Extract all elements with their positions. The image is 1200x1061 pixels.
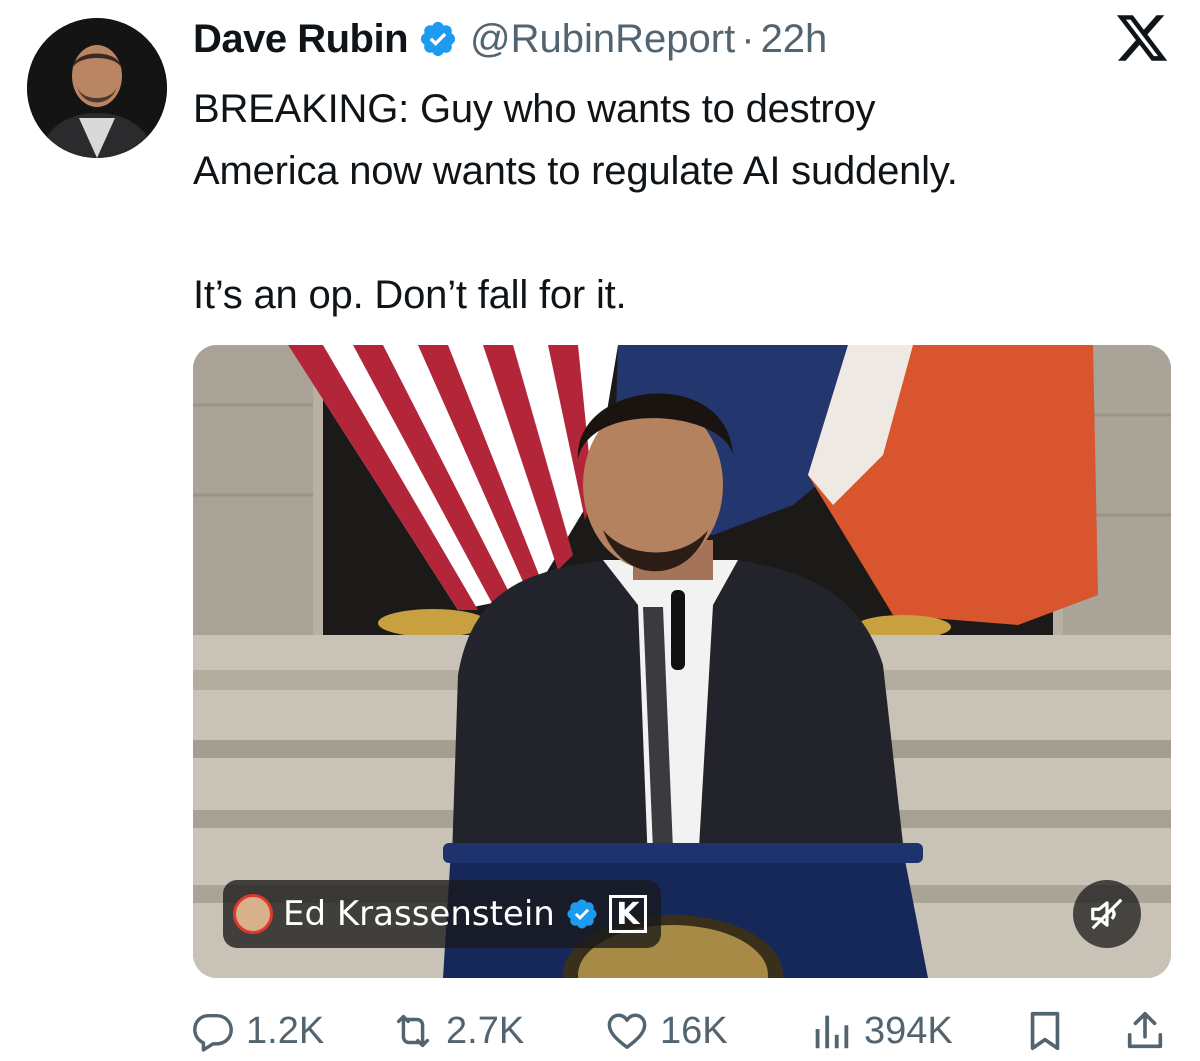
share-icon xyxy=(1127,1011,1163,1049)
like-count: 16K xyxy=(660,1009,728,1052)
share-button[interactable] xyxy=(1122,1002,1168,1060)
tweet-timestamp[interactable]: 22h xyxy=(761,17,828,62)
reply-button[interactable]: 1.2K xyxy=(190,1002,324,1060)
tweet-video[interactable]: Ed Krassenstein K xyxy=(193,345,1171,978)
tweet-header: Dave Rubin @RubinReport · 22h xyxy=(193,14,827,64)
bookmark-button[interactable] xyxy=(1022,1002,1068,1060)
video-creator-pill[interactable]: Ed Krassenstein K xyxy=(223,880,661,948)
like-button[interactable]: 16K xyxy=(604,1002,728,1060)
tweet-text-line: America now wants to regulate AI suddenl… xyxy=(193,149,958,193)
speaker-muted-icon xyxy=(1091,898,1123,930)
tweet-text-line: BREAKING: Guy who wants to destroy xyxy=(193,87,876,131)
heart-icon xyxy=(607,1013,647,1050)
author-handle[interactable]: @RubinReport xyxy=(470,17,735,62)
repost-count: 2.7K xyxy=(446,1009,525,1052)
avatar-image xyxy=(27,18,167,158)
creator-avatar xyxy=(233,894,273,934)
creator-k-badge: K xyxy=(608,895,647,933)
views-button[interactable]: 394K xyxy=(808,1002,953,1060)
views-count: 394K xyxy=(864,1009,953,1052)
verified-badge-icon xyxy=(420,21,456,57)
bookmark-icon xyxy=(1030,1011,1060,1051)
mute-button[interactable] xyxy=(1073,880,1141,948)
reply-count: 1.2K xyxy=(246,1009,325,1052)
author-name[interactable]: Dave Rubin xyxy=(193,17,409,62)
creator-name: Ed Krassenstein xyxy=(283,894,555,934)
repost-icon xyxy=(396,1014,430,1048)
author-avatar[interactable] xyxy=(27,18,167,158)
verified-badge-icon xyxy=(567,899,597,929)
separator-dot: · xyxy=(741,16,755,61)
repost-button[interactable]: 2.7K xyxy=(390,1002,524,1060)
views-bar-icon xyxy=(815,1015,849,1049)
x-logo-icon xyxy=(1116,15,1168,61)
tweet-text: BREAKING: Guy who wants to destroy Ameri… xyxy=(193,78,1173,326)
reply-icon xyxy=(193,1013,233,1052)
tweet-text-line: It’s an op. Don’t fall for it. xyxy=(193,273,627,317)
tweet-action-bar: 1.2K 2.7K 16K 394K xyxy=(190,1002,1170,1060)
